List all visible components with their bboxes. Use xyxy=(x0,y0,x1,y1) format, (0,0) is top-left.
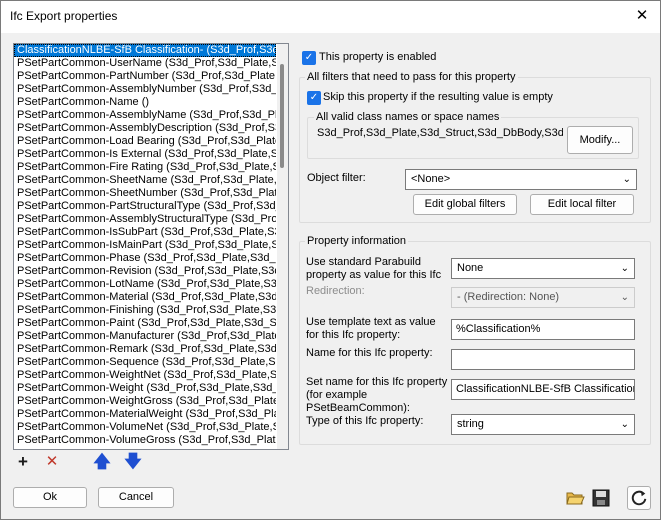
list-scrollbar-thumb[interactable] xyxy=(280,64,284,168)
title-bar: Ifc Export properties ✕ xyxy=(1,1,660,33)
list-item[interactable]: PSetPartCommon-Phase (S3d_Prof,S3d_Plate… xyxy=(14,252,276,265)
list-item[interactable]: PSetPartCommon-AssemblyDescription (S3d_… xyxy=(14,122,276,135)
property-list-items: ClassificationNLBE-SfB Classification- (… xyxy=(14,44,276,449)
cancel-button[interactable]: Cancel xyxy=(98,487,174,508)
chevron-down-icon: ⌄ xyxy=(622,174,631,185)
list-item[interactable]: PSetPartCommon-Load Bearing (S3d_Prof,S3… xyxy=(14,135,276,148)
classes-group-label: All valid class names or space names xyxy=(314,111,502,123)
list-item[interactable]: PSetPartCommon-WeightNet (S3d_Prof,S3d_P… xyxy=(14,369,276,382)
add-icon[interactable]: + xyxy=(14,453,32,471)
dialog-title: Ifc Export properties xyxy=(10,9,118,23)
list-item[interactable]: PSetPartCommon-SheetNumber (S3d_Prof,S3d… xyxy=(14,187,276,200)
list-item[interactable]: PSetPartCommon-Fire Rating (S3d_Prof,S3d… xyxy=(14,161,276,174)
open-folder-icon[interactable] xyxy=(565,488,585,508)
list-item[interactable]: PSetPartCommon-Paint (S3d_Prof,S3d_Plate… xyxy=(14,317,276,330)
type-label: Type of this Ifc property: xyxy=(306,415,424,427)
list-item[interactable]: PSetPartCommon-Name () xyxy=(14,96,276,109)
template-label-1: Use template text as value xyxy=(306,316,436,328)
chevron-down-icon: ⌄ xyxy=(620,263,629,274)
type-value: string xyxy=(457,418,484,430)
list-item[interactable]: PSetPartCommon-Sequence (S3d_Prof,S3d_Pl… xyxy=(14,356,276,369)
skip-empty-checkbox[interactable]: ✓ xyxy=(307,91,321,105)
move-up-icon[interactable]: 🡅 xyxy=(93,453,111,471)
set-name-input[interactable]: ClassificationNLBE-SfB Classification xyxy=(451,379,635,400)
filters-group-label: All filters that need to pass for this p… xyxy=(305,71,518,83)
redirection-label: Redirection: xyxy=(306,285,365,297)
template-label-2: for this Ifc property: xyxy=(306,329,401,341)
export-properties-dialog: Ifc Export properties ✕ ClassificationNL… xyxy=(0,0,661,520)
skip-empty-label: Skip this property if the resulting valu… xyxy=(323,91,553,103)
redirection-select: - (Redirection: None) ⌄ xyxy=(451,287,635,308)
list-item[interactable]: PSetPartCommon-PartNumber (S3d_Prof,S3d_… xyxy=(14,70,276,83)
type-select[interactable]: string ⌄ xyxy=(451,414,635,435)
enabled-label: This property is enabled xyxy=(319,51,437,63)
ok-button[interactable]: Ok xyxy=(13,487,87,508)
edit-local-filter-button[interactable]: Edit local filter xyxy=(530,194,634,215)
move-down-icon[interactable]: 🡇 xyxy=(124,453,142,471)
name-label: Name for this Ifc property: xyxy=(306,347,433,359)
template-text-input[interactable]: %Classification% xyxy=(451,319,635,340)
object-filter-label: Object filter: xyxy=(307,172,366,184)
enabled-checkbox[interactable]: ✓ xyxy=(302,51,316,65)
property-info-group-label: Property information xyxy=(305,235,409,247)
list-item[interactable]: PSetPartCommon-UserName (S3d_Prof,S3d_Pl… xyxy=(14,57,276,70)
list-scrollbar[interactable] xyxy=(277,44,288,449)
refresh-icon xyxy=(631,490,647,506)
close-icon[interactable]: ✕ xyxy=(630,5,654,27)
classes-value: S3d_Prof,S3d_Plate,S3d_Struct,S3d_DbBody… xyxy=(317,127,563,139)
setname-label-3: PSetBeamCommon): xyxy=(306,402,410,414)
list-item[interactable]: PSetPartCommon-PartStructuralType (S3d_P… xyxy=(14,200,276,213)
list-item[interactable]: PSetPartCommon-Finishing (S3d_Prof,S3d_P… xyxy=(14,304,276,317)
property-list[interactable]: ClassificationNLBE-SfB Classification- (… xyxy=(13,43,289,450)
save-icon[interactable] xyxy=(591,488,611,508)
use-standard-label-1: Use standard Parabuild xyxy=(306,256,421,268)
list-item[interactable]: PSetPartCommon-MaterialWeight (S3d_Prof,… xyxy=(14,408,276,421)
setname-label-2: (for example xyxy=(306,389,368,401)
list-item[interactable]: PSetPartCommon-VolumeGross (S3d_Prof,S3d… xyxy=(14,434,276,447)
chevron-down-icon: ⌄ xyxy=(620,292,629,303)
list-item[interactable]: ClassificationNLBE-SfB Classification- (… xyxy=(14,44,276,57)
redirection-value: - (Redirection: None) xyxy=(457,291,560,303)
object-filter-select[interactable]: <None> ⌄ xyxy=(405,169,637,190)
setname-label-1: Set name for this Ifc property xyxy=(306,376,448,388)
use-standard-label-2: property as value for this Ifc xyxy=(306,269,442,281)
list-item[interactable]: PSetPartCommon-VolumeNet (S3d_Prof,S3d_P… xyxy=(14,421,276,434)
list-item[interactable]: PSetPartCommon-SheetName (S3d_Prof,S3d_P… xyxy=(14,174,276,187)
delete-icon[interactable]: ✕ xyxy=(43,453,61,471)
list-item[interactable]: PSetPartCommon-Remark (S3d_Prof,S3d_Plat… xyxy=(14,343,276,356)
list-item[interactable]: PSetPartCommon-Material (S3d_Prof,S3d_Pl… xyxy=(14,291,276,304)
edit-global-filters-button[interactable]: Edit global filters xyxy=(413,194,517,215)
list-item[interactable]: PSetPartCommon-Revision (S3d_Prof,S3d_Pl… xyxy=(14,265,276,278)
list-item[interactable]: PSetPartCommon-Is External (S3d_Prof,S3d… xyxy=(14,148,276,161)
list-item[interactable]: PSetPartCommon-IsSubPart (S3d_Prof,S3d_P… xyxy=(14,226,276,239)
list-item[interactable]: PSetPartCommon-Manufacturer (S3d_Prof,S3… xyxy=(14,330,276,343)
list-item[interactable]: PSetPartCommon-LotName (S3d_Prof,S3d_Pla… xyxy=(14,278,276,291)
list-item[interactable]: PSetPartCommon-AssemblyName (S3d_Prof,S3… xyxy=(14,109,276,122)
modify-button[interactable]: Modify... xyxy=(567,126,633,154)
refresh-button[interactable] xyxy=(627,486,651,510)
standard-property-value: None xyxy=(457,262,484,274)
ifc-name-input[interactable] xyxy=(451,349,635,370)
chevron-down-icon: ⌄ xyxy=(620,419,629,430)
list-item[interactable]: PSetPartCommon-Weight (S3d_Prof,S3d_Plat… xyxy=(14,382,276,395)
object-filter-value: <None> xyxy=(411,173,451,185)
list-item[interactable]: PSetPartCommon-WeightGross (S3d_Prof,S3d… xyxy=(14,395,276,408)
standard-property-select[interactable]: None ⌄ xyxy=(451,258,635,279)
list-item[interactable]: PSetPartCommon-AssemblyNumber (S3d_Prof,… xyxy=(14,83,276,96)
list-item[interactable]: PSetPartCommon-AssemblyStructuralType (S… xyxy=(14,213,276,226)
list-item[interactable]: PSetPartCommon-IsMainPart (S3d_Prof,S3d_… xyxy=(14,239,276,252)
